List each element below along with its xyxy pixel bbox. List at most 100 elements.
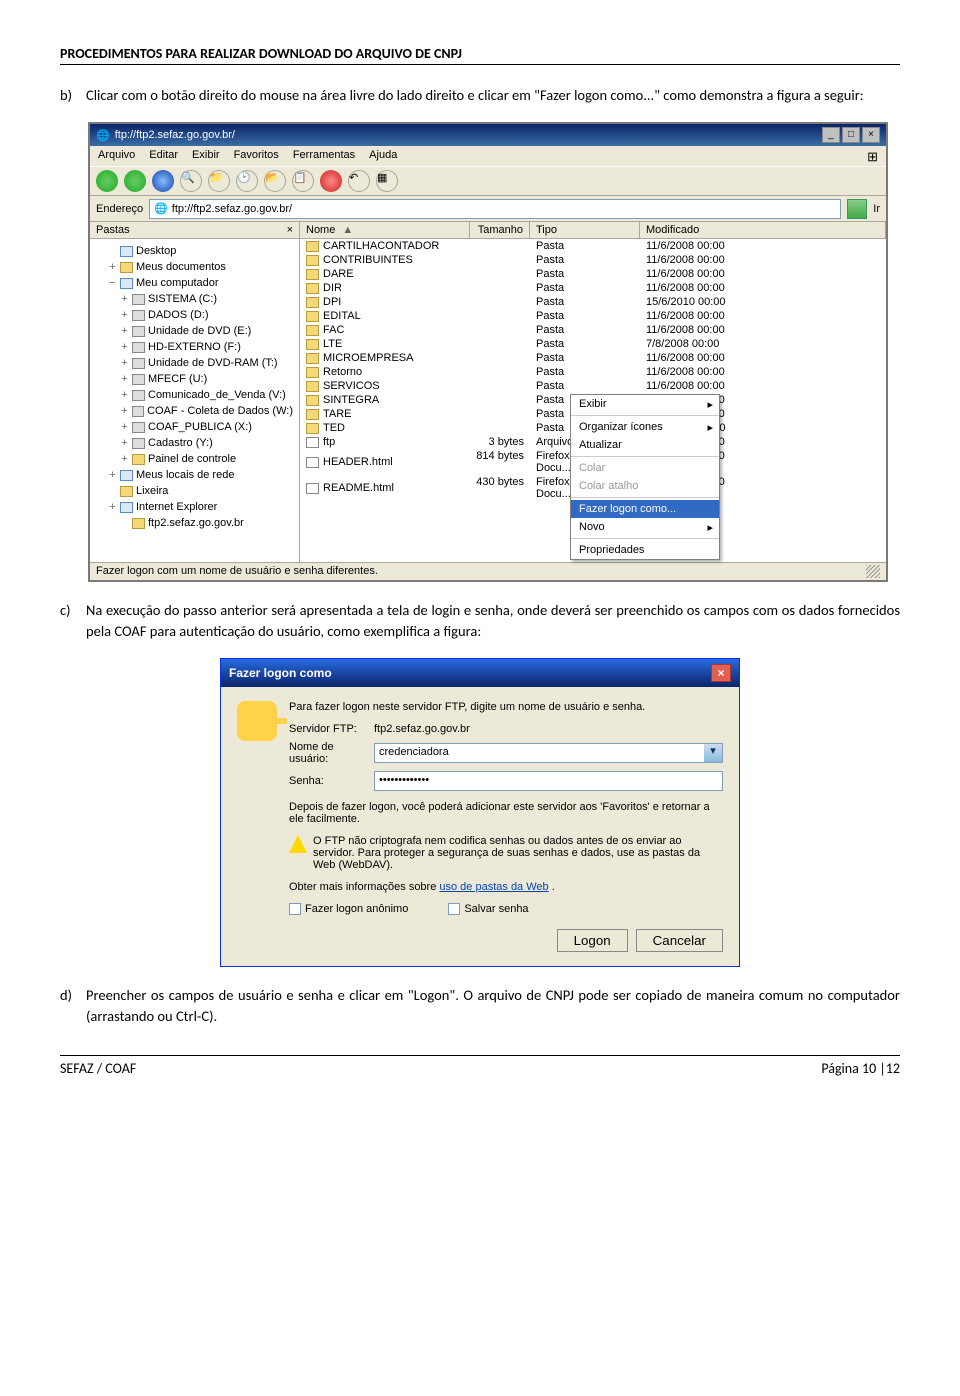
step-b-letter: b) <box>60 85 86 106</box>
tree-item[interactable]: +HD-EXTERNO (F:) <box>96 339 293 355</box>
fld-icon <box>306 241 319 252</box>
folders-pane: Pastas× Desktop+Meus documentos−Meu comp… <box>90 222 300 562</box>
history-button[interactable]: 🕑 <box>236 170 258 192</box>
up-button[interactable] <box>152 170 174 192</box>
back-button[interactable] <box>96 170 118 192</box>
step-d: d) Preencher os campos de usuário e senh… <box>60 985 900 1027</box>
resize-grip-icon[interactable] <box>866 565 880 578</box>
folder-tree[interactable]: Desktop+Meus documentos−Meu computador+S… <box>90 239 299 535</box>
context-menu[interactable]: ExibirOrganizar íconesAtualizarColarCola… <box>570 394 720 560</box>
password-input[interactable]: ••••••••••••• <box>374 771 723 791</box>
folders-button[interactable]: 📁 <box>208 170 230 192</box>
menu-exibir[interactable]: Exibir <box>192 149 220 163</box>
search-button[interactable]: 🔍 <box>180 170 202 192</box>
tree-item[interactable]: +Painel de controle <box>96 451 293 467</box>
tree-item[interactable]: +DADOS (D:) <box>96 307 293 323</box>
windows-logo-icon: ⊞ <box>867 149 878 163</box>
tree-item[interactable]: +Meus locais de rede <box>96 467 293 483</box>
tree-item[interactable]: +Meus documentos <box>96 259 293 275</box>
file-row[interactable]: EDITALPasta11/6/2008 00:00 <box>300 309 886 323</box>
tree-item[interactable]: +Comunicado_de_Venda (V:) <box>96 387 293 403</box>
column-headers[interactable]: Nome ▲ Tamanho Tipo Modificado <box>300 222 886 239</box>
undo-button[interactable]: ↶ <box>348 170 370 192</box>
file-row[interactable]: LTEPasta7/8/2008 00:00 <box>300 337 886 351</box>
key-icon <box>237 701 277 741</box>
menu-editar[interactable]: Editar <box>149 149 178 163</box>
tree-item[interactable]: +MFECF (U:) <box>96 371 293 387</box>
file-row[interactable]: SERVICOSPasta11/6/2008 00:00 <box>300 379 886 393</box>
col-type[interactable]: Tipo <box>530 222 640 238</box>
file-row[interactable]: DPIPasta15/6/2010 00:00 <box>300 295 886 309</box>
context-item[interactable]: Fazer logon como... <box>571 500 719 518</box>
context-item[interactable]: Atualizar <box>571 436 719 454</box>
file-row[interactable]: FACPasta11/6/2008 00:00 <box>300 323 886 337</box>
file-row[interactable]: DIRPasta11/6/2008 00:00 <box>300 281 886 295</box>
file-row[interactable]: RetornoPasta11/6/2008 00:00 <box>300 365 886 379</box>
tree-item[interactable]: Desktop <box>96 243 293 259</box>
minimize-button[interactable]: _ <box>822 127 840 143</box>
tree-item[interactable]: ftp2.sefaz.go.gov.br <box>96 515 293 531</box>
menu-ajuda[interactable]: Ajuda <box>369 149 397 163</box>
tree-item[interactable]: +Cadastro (Y:) <box>96 435 293 451</box>
tree-item[interactable]: +Internet Explorer <box>96 499 293 515</box>
file-row[interactable]: MICROEMPRESAPasta11/6/2008 00:00 <box>300 351 886 365</box>
tree-item[interactable]: +COAF - Coleta de Dados (W:) <box>96 403 293 419</box>
maximize-button[interactable]: □ <box>842 127 860 143</box>
col-size[interactable]: Tamanho <box>470 222 530 238</box>
menu-arquivo[interactable]: Arquivo <box>98 149 135 163</box>
save-password-checkbox[interactable]: Salvar senha <box>448 903 528 915</box>
file-row[interactable]: CARTILHACONTADORPasta11/6/2008 00:00 <box>300 239 886 253</box>
tree-item[interactable]: +Unidade de DVD (E:) <box>96 323 293 339</box>
explorer-window: 🌐 ftp://ftp2.sefaz.go.gov.br/ _ □ × Arqu… <box>88 122 888 582</box>
file-row[interactable]: CONTRIBUINTESPasta11/6/2008 00:00 <box>300 253 886 267</box>
dialog-titlebar[interactable]: Fazer logon como × <box>221 659 739 687</box>
move-button[interactable]: 📂 <box>264 170 286 192</box>
forward-button[interactable] <box>124 170 146 192</box>
logon-button[interactable]: Logon <box>557 929 628 952</box>
tree-item[interactable]: +Unidade de DVD-RAM (T:) <box>96 355 293 371</box>
context-item[interactable]: Novo <box>571 518 719 536</box>
col-mod[interactable]: Modificado <box>640 222 886 238</box>
close-button[interactable]: × <box>862 127 880 143</box>
drv-icon <box>132 374 145 385</box>
step-d-letter: d) <box>60 985 86 1027</box>
step-b-text: Clicar com o botão direito do mouse na á… <box>86 85 900 106</box>
views-button[interactable]: ▦ <box>376 170 398 192</box>
go-button[interactable] <box>847 199 867 219</box>
file-row[interactable]: DAREPasta11/6/2008 00:00 <box>300 267 886 281</box>
menu-ferramentas[interactable]: Ferramentas <box>293 149 355 163</box>
context-item[interactable]: Exibir <box>571 395 719 413</box>
dialog-close-button[interactable]: × <box>711 664 731 682</box>
step-c-text: Na execução do passo anterior será apres… <box>86 600 900 642</box>
drv-icon <box>132 310 145 321</box>
tree-item[interactable]: Lixeira <box>96 483 293 499</box>
fld-icon <box>306 297 319 308</box>
dropdown-icon[interactable]: ▾ <box>704 744 722 762</box>
webdav-link[interactable]: uso de pastas da Web <box>439 881 548 893</box>
context-item[interactable]: Organizar ícones <box>571 418 719 436</box>
col-name[interactable]: Nome <box>306 224 335 236</box>
step-c: c) Na execução do passo anterior será ap… <box>60 600 900 642</box>
fld-icon <box>306 423 319 434</box>
anon-checkbox[interactable]: Fazer logon anônimo <box>289 903 408 915</box>
username-input[interactable]: credenciadora▾ <box>374 743 723 763</box>
drv-icon <box>132 294 145 305</box>
tree-item[interactable]: +SISTEMA (C:) <box>96 291 293 307</box>
context-item[interactable]: Propriedades <box>571 541 719 559</box>
menu-favoritos[interactable]: Favoritos <box>234 149 279 163</box>
fld-icon <box>306 381 319 392</box>
dialog-note-favorites: Depois de fazer logon, você poderá adici… <box>289 801 723 825</box>
cancel-button[interactable]: Cancelar <box>636 929 723 952</box>
context-item: Colar <box>571 459 719 477</box>
copy-button[interactable]: 📋 <box>292 170 314 192</box>
dialog-title: Fazer logon como <box>229 666 332 680</box>
tree-item[interactable]: +COAF_PUBLICA (X:) <box>96 419 293 435</box>
titlebar[interactable]: 🌐 ftp://ftp2.sefaz.go.gov.br/ _ □ × <box>90 124 886 146</box>
fld-icon <box>132 518 145 529</box>
delete-button[interactable] <box>320 170 342 192</box>
fld-icon <box>306 409 319 420</box>
folders-close-icon[interactable]: × <box>287 224 293 236</box>
address-input[interactable]: 🌐 ftp://ftp2.sefaz.go.gov.br/ <box>149 199 841 219</box>
tree-item[interactable]: −Meu computador <box>96 275 293 291</box>
sort-asc-icon: ▲ <box>342 224 353 236</box>
